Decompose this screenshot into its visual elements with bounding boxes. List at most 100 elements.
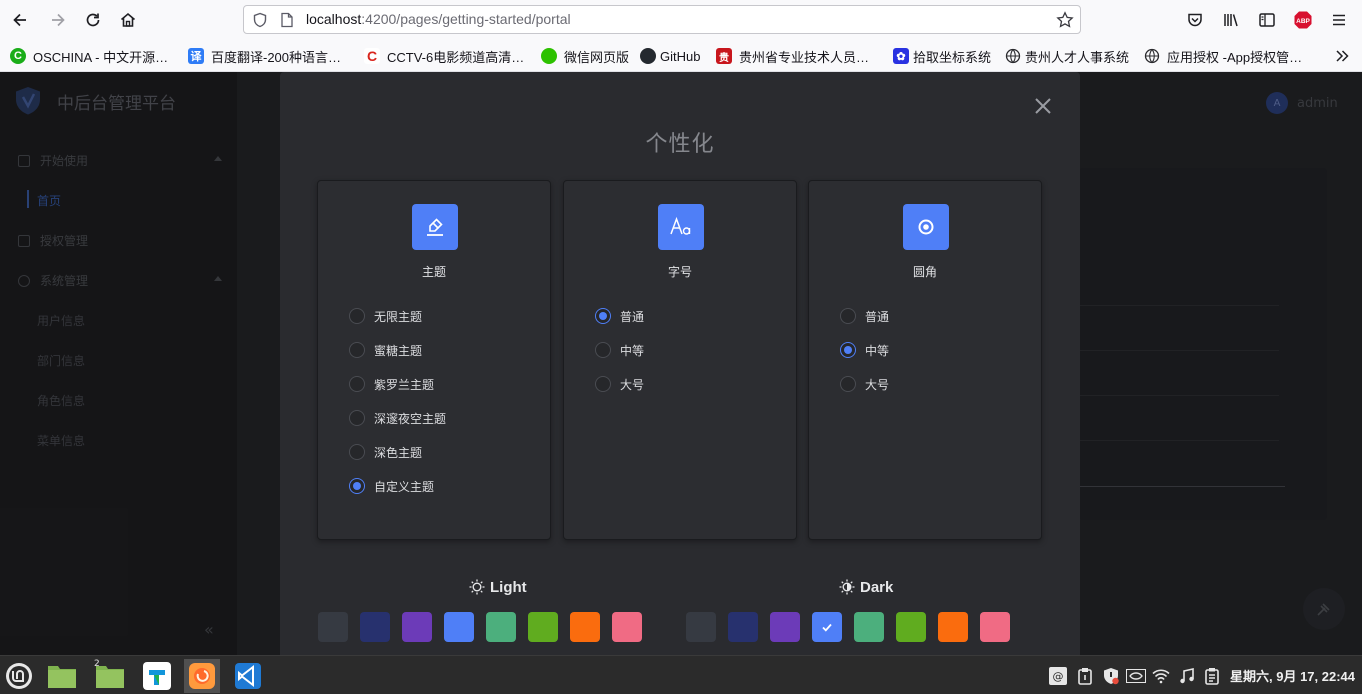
radio[interactable]	[349, 376, 365, 392]
theme-option-custom[interactable]: 自定义主题	[349, 477, 434, 495]
sidebar-button[interactable]	[1253, 6, 1281, 34]
bookmarks-overflow-button[interactable]	[1334, 47, 1350, 65]
chevron-double-right-icon	[1336, 50, 1349, 62]
tray-update-icon[interactable]	[1101, 666, 1121, 686]
bookmark-github[interactable]: GitHub	[640, 47, 700, 65]
taskbar-app-t[interactable]	[139, 659, 175, 693]
bookmark-label: GitHub	[660, 48, 701, 64]
light-color-swatch[interactable]	[402, 612, 432, 642]
radio[interactable]	[349, 444, 365, 460]
radius-option-large[interactable]: 大号	[840, 375, 889, 393]
library-icon	[1224, 14, 1238, 27]
option-label: 无限主题	[374, 309, 423, 324]
tray-music-icon[interactable]	[1177, 666, 1197, 686]
light-color-swatch[interactable]	[318, 612, 348, 642]
tray-notes-icon[interactable]	[1203, 666, 1221, 686]
font-option-large[interactable]: 大号	[595, 375, 644, 393]
radio[interactable]	[349, 342, 365, 358]
theme-option-violet[interactable]: 紫罗兰主题	[349, 375, 434, 393]
light-color-swatch[interactable]	[486, 612, 516, 642]
light-color-swatch[interactable]	[444, 612, 474, 642]
radio-checked[interactable]	[840, 342, 856, 358]
nvidia-icon	[1126, 669, 1146, 683]
taskbar-firefox[interactable]	[184, 659, 220, 693]
dark-color-swatch[interactable]	[812, 612, 842, 642]
adblock-button[interactable]: ABP	[1289, 6, 1317, 34]
bookmark-gz-pro[interactable]: 贵 贵州省专业技术人员…	[716, 47, 869, 65]
theme-panel: 主题 无限主题 蜜糖主题 紫罗兰主题 深邃夜空主题 深色主题 自定义主题	[317, 180, 551, 540]
radio[interactable]	[349, 308, 365, 324]
reload-button[interactable]	[79, 6, 107, 34]
option-label: 蜜糖主题	[374, 343, 423, 358]
url-host: localhost	[306, 11, 362, 27]
bookmark-wechat[interactable]: 微信网页版	[541, 47, 629, 65]
dark-color-swatch[interactable]	[770, 612, 800, 642]
dark-color-swatch[interactable]	[938, 612, 968, 642]
library-button[interactable]	[1217, 6, 1245, 34]
light-mode-label: Light	[468, 578, 527, 596]
option-label: 中等	[865, 343, 890, 358]
bookmark-label: 贵州省专业技术人员…	[739, 49, 870, 65]
baidu-translate-icon: 译	[188, 48, 204, 64]
taskbar-vscode[interactable]	[230, 659, 266, 693]
tray-wifi-icon[interactable]	[1151, 666, 1171, 686]
radio-checked[interactable]	[595, 308, 611, 324]
light-color-swatch[interactable]	[360, 612, 390, 642]
radio-checked[interactable]	[349, 478, 365, 494]
menu-button[interactable]	[1325, 6, 1353, 34]
option-label: 普通	[620, 309, 645, 324]
start-menu-button[interactable]	[1, 659, 37, 693]
light-color-swatch[interactable]	[570, 612, 600, 642]
tray-clipboard-icon[interactable]	[1076, 666, 1094, 686]
home-button[interactable]	[114, 6, 142, 34]
forward-button[interactable]	[44, 6, 72, 34]
folder-icon	[48, 666, 76, 688]
light-color-swatch[interactable]	[612, 612, 642, 642]
radio[interactable]	[840, 308, 856, 324]
back-button[interactable]	[6, 6, 34, 34]
radius-option-normal[interactable]: 普通	[840, 307, 889, 325]
bookmark-cctv[interactable]: C CCTV-6电影频道高清…	[364, 47, 524, 65]
radio[interactable]	[840, 376, 856, 392]
sun-dark-icon	[839, 579, 855, 595]
window-count-badge: 2	[94, 659, 100, 669]
option-label: 自定义主题	[374, 479, 435, 494]
url-bar[interactable]: localhost:4200/pages/getting-started/por…	[243, 5, 1081, 34]
clock[interactable]: 星期六, 9月 17, 22:44	[1230, 666, 1355, 685]
pocket-button[interactable]	[1181, 6, 1209, 34]
taskbar-files-group[interactable]: 2	[92, 659, 128, 693]
tray-nvidia-icon[interactable]	[1125, 666, 1147, 686]
bookmark-baidu-translate[interactable]: 译 百度翻译-200种语言…	[188, 47, 341, 65]
bookmark-app-auth[interactable]: 应用授权 -App授权管…	[1144, 47, 1302, 65]
tray-network-icon[interactable]: @	[1047, 666, 1069, 686]
page-icon	[281, 12, 293, 28]
dark-color-swatch[interactable]	[896, 612, 926, 642]
theme-option-dark[interactable]: 深色主题	[349, 443, 422, 461]
sidebar-icon	[1259, 13, 1275, 27]
close-icon[interactable]	[1031, 94, 1055, 118]
dark-color-swatch[interactable]	[854, 612, 884, 642]
bookmark-oschina[interactable]: C OSCHINA - 中文开源…	[10, 47, 168, 65]
check-icon	[822, 623, 832, 632]
pocket-icon	[1188, 13, 1202, 27]
theme-option-night-sky[interactable]: 深邃夜空主题	[349, 409, 446, 427]
font-option-normal[interactable]: 普通	[595, 307, 644, 325]
bookmark-coords[interactable]: ✿ 拾取坐标系统	[893, 47, 991, 65]
light-color-swatch[interactable]	[528, 612, 558, 642]
dark-color-swatch[interactable]	[686, 612, 716, 642]
taskbar-files[interactable]	[44, 659, 80, 693]
radius-option-medium[interactable]: 中等	[840, 341, 889, 359]
vscode-icon	[235, 663, 261, 689]
dark-color-swatch[interactable]	[980, 612, 1010, 642]
taskbar: 2 @ 星期六, 9月 17, 22:44	[0, 655, 1362, 694]
radio[interactable]	[595, 376, 611, 392]
radio[interactable]	[349, 410, 365, 426]
dark-color-swatch[interactable]	[728, 612, 758, 642]
font-option-medium[interactable]: 中等	[595, 341, 644, 359]
star-icon[interactable]	[1056, 11, 1074, 29]
theme-option-honey[interactable]: 蜜糖主题	[349, 341, 422, 359]
theme-option-infinity[interactable]: 无限主题	[349, 307, 422, 325]
radio[interactable]	[595, 342, 611, 358]
bookmark-gz-talent[interactable]: 贵州人才人事系统	[1005, 47, 1129, 65]
baidu-paw-icon: ✿	[893, 48, 909, 64]
